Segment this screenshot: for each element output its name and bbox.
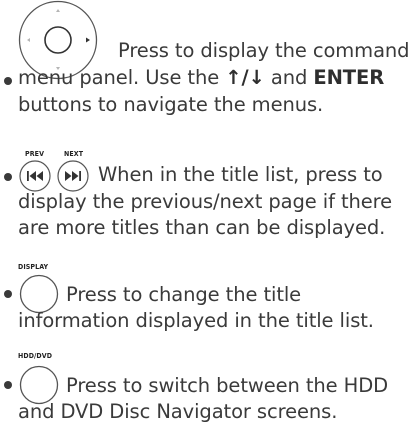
item1-line2-text: menu panel. Use the bbox=[18, 66, 226, 89]
enter-key-text: ENTER bbox=[313, 66, 385, 89]
next-icon bbox=[57, 160, 89, 192]
next-button[interactable] bbox=[57, 160, 89, 192]
bullet bbox=[4, 173, 12, 181]
prev-label: PREV bbox=[25, 150, 45, 158]
hdd-dvd-button-icon bbox=[19, 365, 59, 405]
arrow-keys-text: ↑/↓ bbox=[225, 66, 265, 89]
item1-line3: buttons to navigate the menus. bbox=[18, 93, 324, 116]
bullet bbox=[4, 290, 12, 298]
item2-line3: are more titles than can be displayed. bbox=[18, 216, 386, 239]
item4-line1: Press to switch between the HDD bbox=[66, 374, 389, 397]
item2-line2: display the previous/next page if there bbox=[18, 190, 393, 213]
item1-line2: menu panel. Use the ↑/↓ and ENTER bbox=[18, 66, 384, 90]
display-label: DISPLAY bbox=[18, 263, 49, 271]
item3-line1: Press to change the title bbox=[66, 283, 302, 306]
item4-line2: and DVD Disc Navigator screens. bbox=[18, 400, 338, 423]
prev-icon bbox=[19, 160, 51, 192]
item1-line2-and: and bbox=[264, 66, 314, 89]
prev-button[interactable] bbox=[19, 160, 51, 192]
item2-line1: When in the title list, press to bbox=[98, 163, 383, 186]
hdd-dvd-label: HDD/DVD bbox=[18, 352, 53, 360]
bullet bbox=[4, 381, 12, 389]
bullet bbox=[4, 77, 12, 85]
next-label: NEXT bbox=[64, 150, 84, 158]
display-button-icon bbox=[19, 274, 59, 314]
item1-line1: Press to display the command bbox=[118, 39, 410, 62]
item3-line2: information displayed in the title list. bbox=[18, 309, 374, 332]
display-button[interactable] bbox=[19, 274, 59, 314]
hdd-dvd-button[interactable] bbox=[19, 365, 59, 405]
